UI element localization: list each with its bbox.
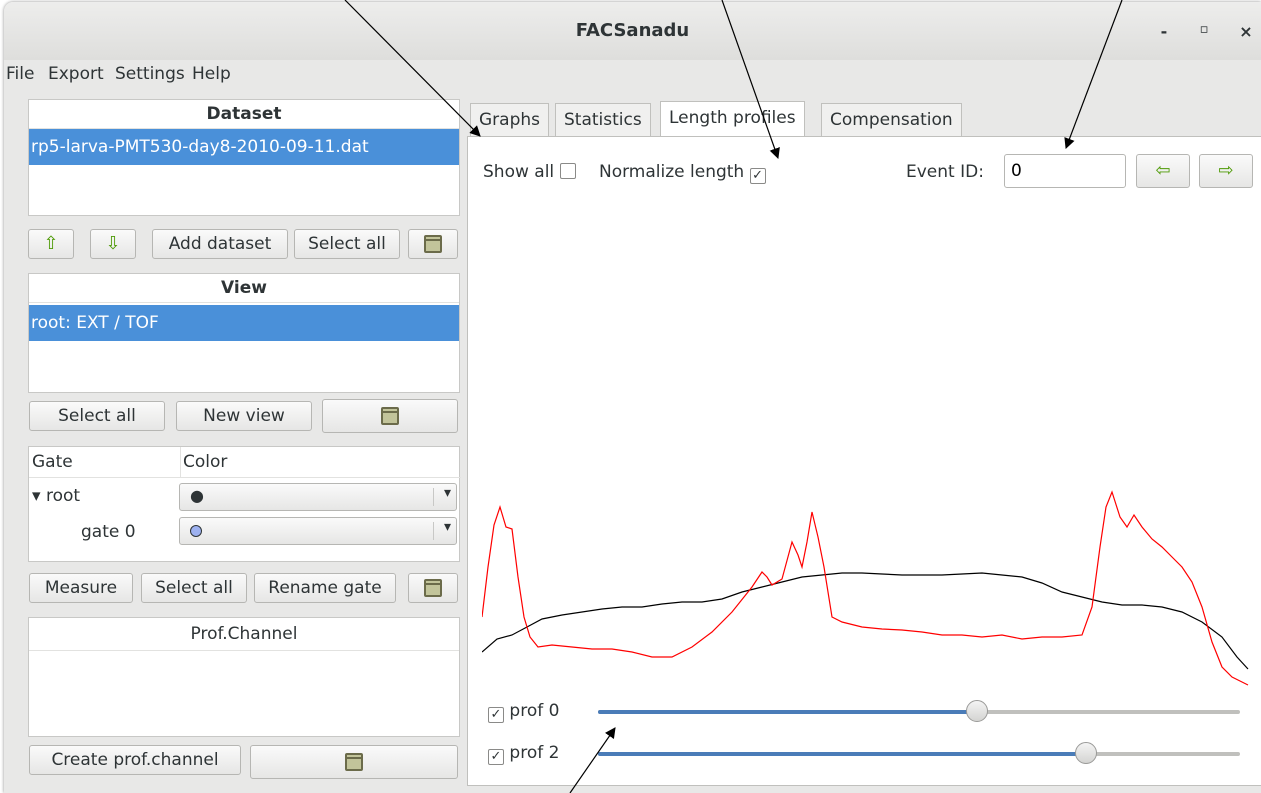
prof-0-slider-fill [598,710,977,714]
event-id-input[interactable] [1004,154,1126,188]
prof-0-checkbox[interactable]: ✓ prof 0 [488,700,559,723]
tree-row-root[interactable]: ▾ root [32,483,80,509]
move-down-button[interactable]: ⇩ [90,229,136,259]
arrow-up-icon: ⇧ [43,233,59,254]
prof-channel-list: Prof.Channel [28,617,460,737]
trash-icon [345,753,363,771]
maximize-button[interactable]: ▫ [1194,22,1214,42]
color-swatch-icon: ● [190,486,204,505]
gate-column-header[interactable]: Gate [29,447,181,478]
view-item[interactable]: root: EXT / TOF [29,305,459,341]
gate-color-combo[interactable]: ▾ [179,517,457,545]
chevron-down-icon: ▾ [443,519,451,535]
prof-2-checkbox[interactable]: ✓ prof 2 [488,742,559,765]
view-header: View [29,274,459,303]
combo-divider [433,522,434,540]
next-event-button[interactable]: ⇨ [1199,154,1253,188]
checkbox-checked-icon[interactable]: ✓ [749,168,766,184]
app-window: FACSanadu - ▫ × File Export Settings Hel… [4,2,1261,793]
length-profiles-panel: Show all Normalize length ✓ Event ID: ⇦ … [467,136,1261,786]
color-swatch-icon [190,525,202,537]
dataset-list: Dataset rp5-larva-PMT530-day8-2010-09-11… [28,99,460,216]
view-select-all-button[interactable]: Select all [29,401,165,431]
event-id-label: Event ID: [906,162,984,182]
tab-compensation[interactable]: Compensation [821,103,962,137]
view-list: View root: EXT / TOF [28,273,460,393]
prof-2-slider-handle[interactable] [1074,742,1097,764]
gate-delete-button[interactable] [408,573,458,603]
gate-name: root [45,486,81,506]
move-up-button[interactable]: ⇧ [28,229,74,259]
prof-2-label: prof 2 [509,743,560,763]
previous-event-button[interactable]: ⇦ [1136,154,1190,188]
color-column-header[interactable]: Color [181,447,461,478]
close-button[interactable]: × [1236,22,1256,42]
prof-0-slider[interactable] [598,700,1240,722]
tab-graphs[interactable]: Graphs [470,103,550,137]
show-all-label: Show all [483,162,555,182]
trash-icon [424,235,442,253]
dataset-item[interactable]: rp5-larva-PMT530-day8-2010-09-11.dat [29,129,459,165]
gate-tree: Gate Color ▾ root ● ▾ gate 0 ▾ [28,446,461,562]
chevron-down-icon: ▾ [443,485,451,501]
measure-button[interactable]: Measure [29,573,133,603]
show-all-checkbox[interactable]: Show all [483,161,576,183]
prof-0-label: prof 0 [509,701,560,721]
checkbox-checked-icon[interactable]: ✓ [488,749,504,765]
menu-settings[interactable]: Settings [115,60,185,88]
menu-export[interactable]: Export [48,60,104,88]
window-title: FACSanadu [575,20,690,41]
dataset-header: Dataset [29,100,459,129]
dataset-select-all-button[interactable]: Select all [294,229,400,259]
menu-help[interactable]: Help [192,60,231,88]
checkbox-unchecked-icon[interactable] [559,163,576,179]
dataset-delete-button[interactable] [408,229,458,259]
tab-statistics[interactable]: Statistics [555,103,651,137]
normalize-length-checkbox[interactable]: Normalize length ✓ [599,161,766,184]
combo-divider [433,488,434,506]
view-delete-button[interactable] [322,399,458,433]
gate-color-combo[interactable]: ● ▾ [179,483,457,511]
trash-icon [424,579,442,597]
minimize-button[interactable]: - [1154,22,1174,42]
prof-channel-delete-button[interactable] [250,745,458,779]
create-prof-channel-button[interactable]: Create prof.channel [29,745,241,775]
normalize-length-label: Normalize length [599,162,745,182]
prof-2-slider-fill [598,752,1086,756]
add-dataset-button[interactable]: Add dataset [152,229,288,259]
gate-name[interactable]: gate 0 [81,519,136,545]
arrow-left-icon: ⇦ [1155,160,1171,181]
title-bar[interactable]: FACSanadu - ▫ × [4,2,1261,60]
expander-icon[interactable]: ▾ [32,486,41,506]
prof-0-slider-handle[interactable] [965,700,988,722]
length-profile-plot [482,490,1249,686]
trash-icon [381,407,399,425]
gate-select-all-button[interactable]: Select all [141,573,247,603]
rename-gate-button[interactable]: Rename gate [254,573,396,603]
prof-2-slider[interactable] [598,742,1240,764]
prof-channel-header[interactable]: Prof.Channel [29,618,459,651]
profile-line-prof-0 [482,572,1249,670]
menu-file[interactable]: File [6,60,34,88]
tab-length-profiles[interactable]: Length profiles [660,101,805,137]
arrow-down-icon: ⇩ [105,233,121,254]
arrow-right-icon: ⇨ [1218,160,1234,181]
new-view-button[interactable]: New view [176,401,312,431]
profile-line-prof-2 [482,490,1249,686]
checkbox-checked-icon[interactable]: ✓ [488,707,504,723]
